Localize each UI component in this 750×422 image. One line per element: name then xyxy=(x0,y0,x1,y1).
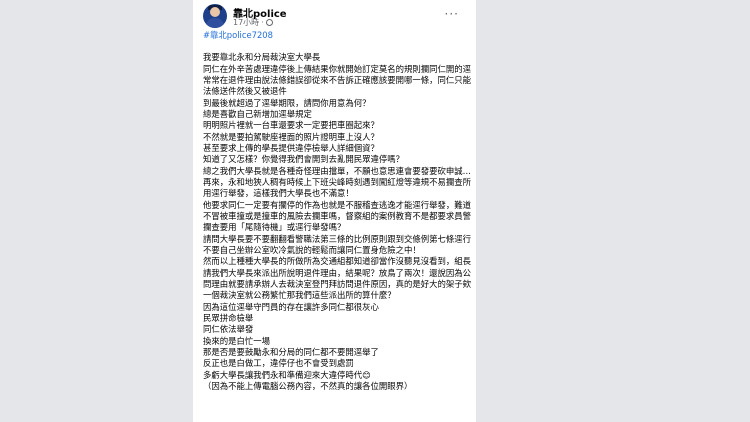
post-line: 請我們大學長來派出所說明退件理由，結果呢？放鳥了兩次！還說因為公務繁忙要 xyxy=(203,267,471,278)
hashtag-link[interactable]: #靠北police7208 xyxy=(203,30,471,41)
post-line: 知道了又怎樣？你覺得我們會開到去亂開民眾違停嗎？ xyxy=(203,154,404,165)
separator-dot: · xyxy=(261,18,264,27)
post-line: 我要靠北永和分局裁決室大學長 xyxy=(203,52,321,63)
post-line: 多虧大學長讓我們永和準備迎來大違停時代😊 xyxy=(203,369,371,380)
post-line: 到最後就超過了逕舉期限，請問你用意為何？ xyxy=(203,97,371,108)
post-line: 民眾拼命檢舉 xyxy=(203,313,254,324)
post-line: 同仁依法舉發 xyxy=(203,324,254,335)
post-line: 不要自己坐辦公室吹冷氣說的輕鬆而讓同仁置身危險之中！ xyxy=(203,245,421,256)
post-line: 反正也是白做工，違停仔也不會受到處罰 xyxy=(203,358,354,369)
post-line: 那是否是要鼓勵永和分局的同仁都不要開逕舉了 xyxy=(203,347,379,358)
post-line: 一個裁決室就公務繁忙那我們這些派出所的算什麼？ xyxy=(203,290,396,301)
timestamp[interactable]: 17小時 xyxy=(233,17,259,28)
more-options-icon[interactable]: ··· xyxy=(445,8,459,20)
post-header: 靠北police 17小時 · ··· xyxy=(203,4,463,28)
post-line: 換來的是白忙一場 xyxy=(203,335,270,346)
post-line: 常常在退件理由說法條錯誤卻從來不告訴正確應該要開哪一條，同仁只能不斷更改 xyxy=(203,74,471,85)
post-line: 用逕行舉發，這樣我們大學長也不滿意！ xyxy=(203,188,354,199)
post-body: #靠北police7208 我要靠北永和分局裁決室大學長 同仁在外辛苦處理違停後上… xyxy=(203,30,471,393)
post-line: （因為不能上傳電腦公務內容，不然真的讓各位開眼界） xyxy=(203,381,413,392)
post-line: 攔查要用「尾隨待機」或逕行舉發嗎？ xyxy=(203,222,346,233)
post-line: 因為這位逕舉守門員的存在讓許多同仁都很灰心 xyxy=(203,301,379,312)
post-line: 再來，永和地狹人稠有時候上下班尖峰時刻遇到闖紅燈等違規不易攔查所以同仁改 xyxy=(203,176,471,187)
post-card: 靠北police 17小時 · ··· #靠北police7208 我要靠北永和… xyxy=(193,0,476,422)
avatar[interactable] xyxy=(203,4,227,28)
post-meta: 17小時 · xyxy=(233,17,273,28)
post-line: 總是喜歡自己新增加逕舉規定 xyxy=(203,108,312,119)
post-line: 不然就是要拍駕駛座裡面的照片證明車上沒人？ xyxy=(203,131,379,142)
post-line: 他要求同仁一定要有攔停的作為也就是不服稽查逃逸才能逕行舉發，難道是要同仁 xyxy=(203,199,471,210)
post-lines: 我要靠北永和分局裁決室大學長 同仁在外辛苦處理違停後上傳結果你就開始訂定莫名的規則… xyxy=(203,52,471,392)
post-line: 甚至要求上傳的學長提供違停檢舉人詳細個資？ xyxy=(203,142,379,153)
post-line: 總之我們大學長就是各種奇怪理由擋單，不願也意思連會要發要砍申誠…… xyxy=(203,165,471,176)
post-line: 然而以上種種大學長的所做所為交通組都知道卻當作沒聽見沒看到，組長曾答應要 xyxy=(203,256,471,267)
post-line: 不冒被車撞或是撞車的風險去攔車嗎，督察組的案例教育不是都要求員警不要強行 xyxy=(203,211,471,222)
post-line: 問理由就要請承辦人去裁決室登門拜訪問退件原因，真的是好大的架子欸學長，你 xyxy=(203,279,471,290)
globe-icon xyxy=(265,19,273,26)
post-line: 請問大學長要不要翻翻看警職法第三條的比例原則跟到交條例第七條逕行舉發規定？ xyxy=(203,233,471,244)
post-line: 法條送件然後又被退件 xyxy=(203,86,287,97)
post-line: 同仁在外辛苦處理違停後上傳結果你就開始訂定莫名的規則攔同仁開的逕舉單！ xyxy=(203,63,471,74)
post-line: 明明照片裡就一台車還要求一定要把車圈起來？ xyxy=(203,120,379,131)
